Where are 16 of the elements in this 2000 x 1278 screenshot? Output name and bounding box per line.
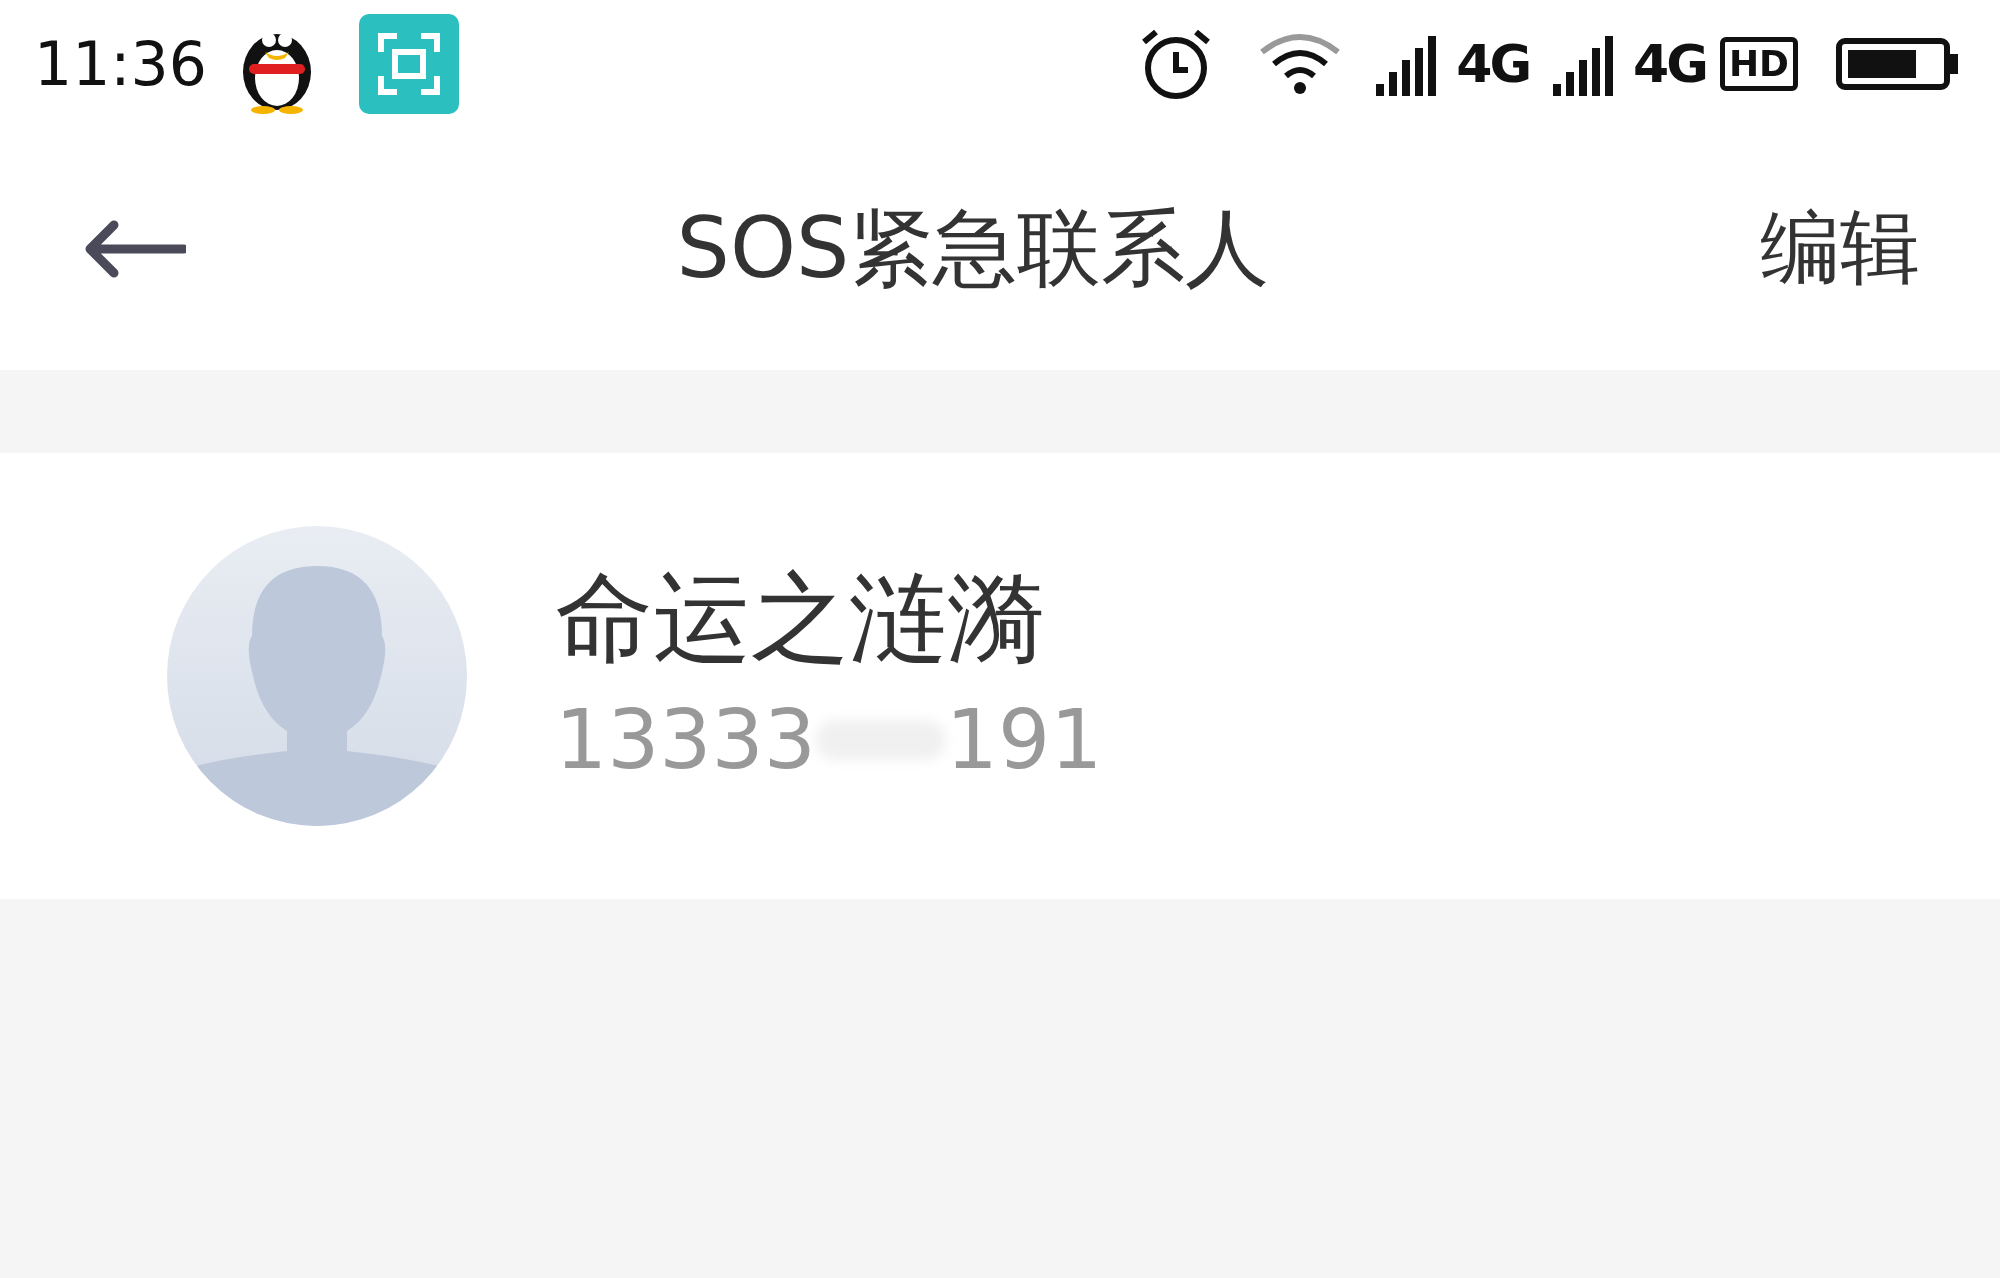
clock-time: 11:36 [34,29,207,99]
scan-icon [358,14,459,114]
contact-card[interactable]: 命运之涟漪 13333 191 [0,453,2000,899]
network-type: 4G [1456,34,1530,94]
network-type: 4G [1633,34,1706,94]
hd-badge: HD [1720,37,1798,91]
contact-name: 命运之涟漪 [555,564,1046,673]
back-button[interactable] [84,219,186,279]
edit-button[interactable]: 编辑 [1760,195,1920,303]
back-arrow-icon [84,219,186,279]
battery-icon [1836,38,1960,90]
avatar-icon [167,526,467,826]
phone-number: 191 [945,692,1103,788]
phone-number: 13333 [555,692,816,788]
wifi-icon [1258,32,1343,96]
page-title: SOS紧急联系人 [675,198,1271,299]
